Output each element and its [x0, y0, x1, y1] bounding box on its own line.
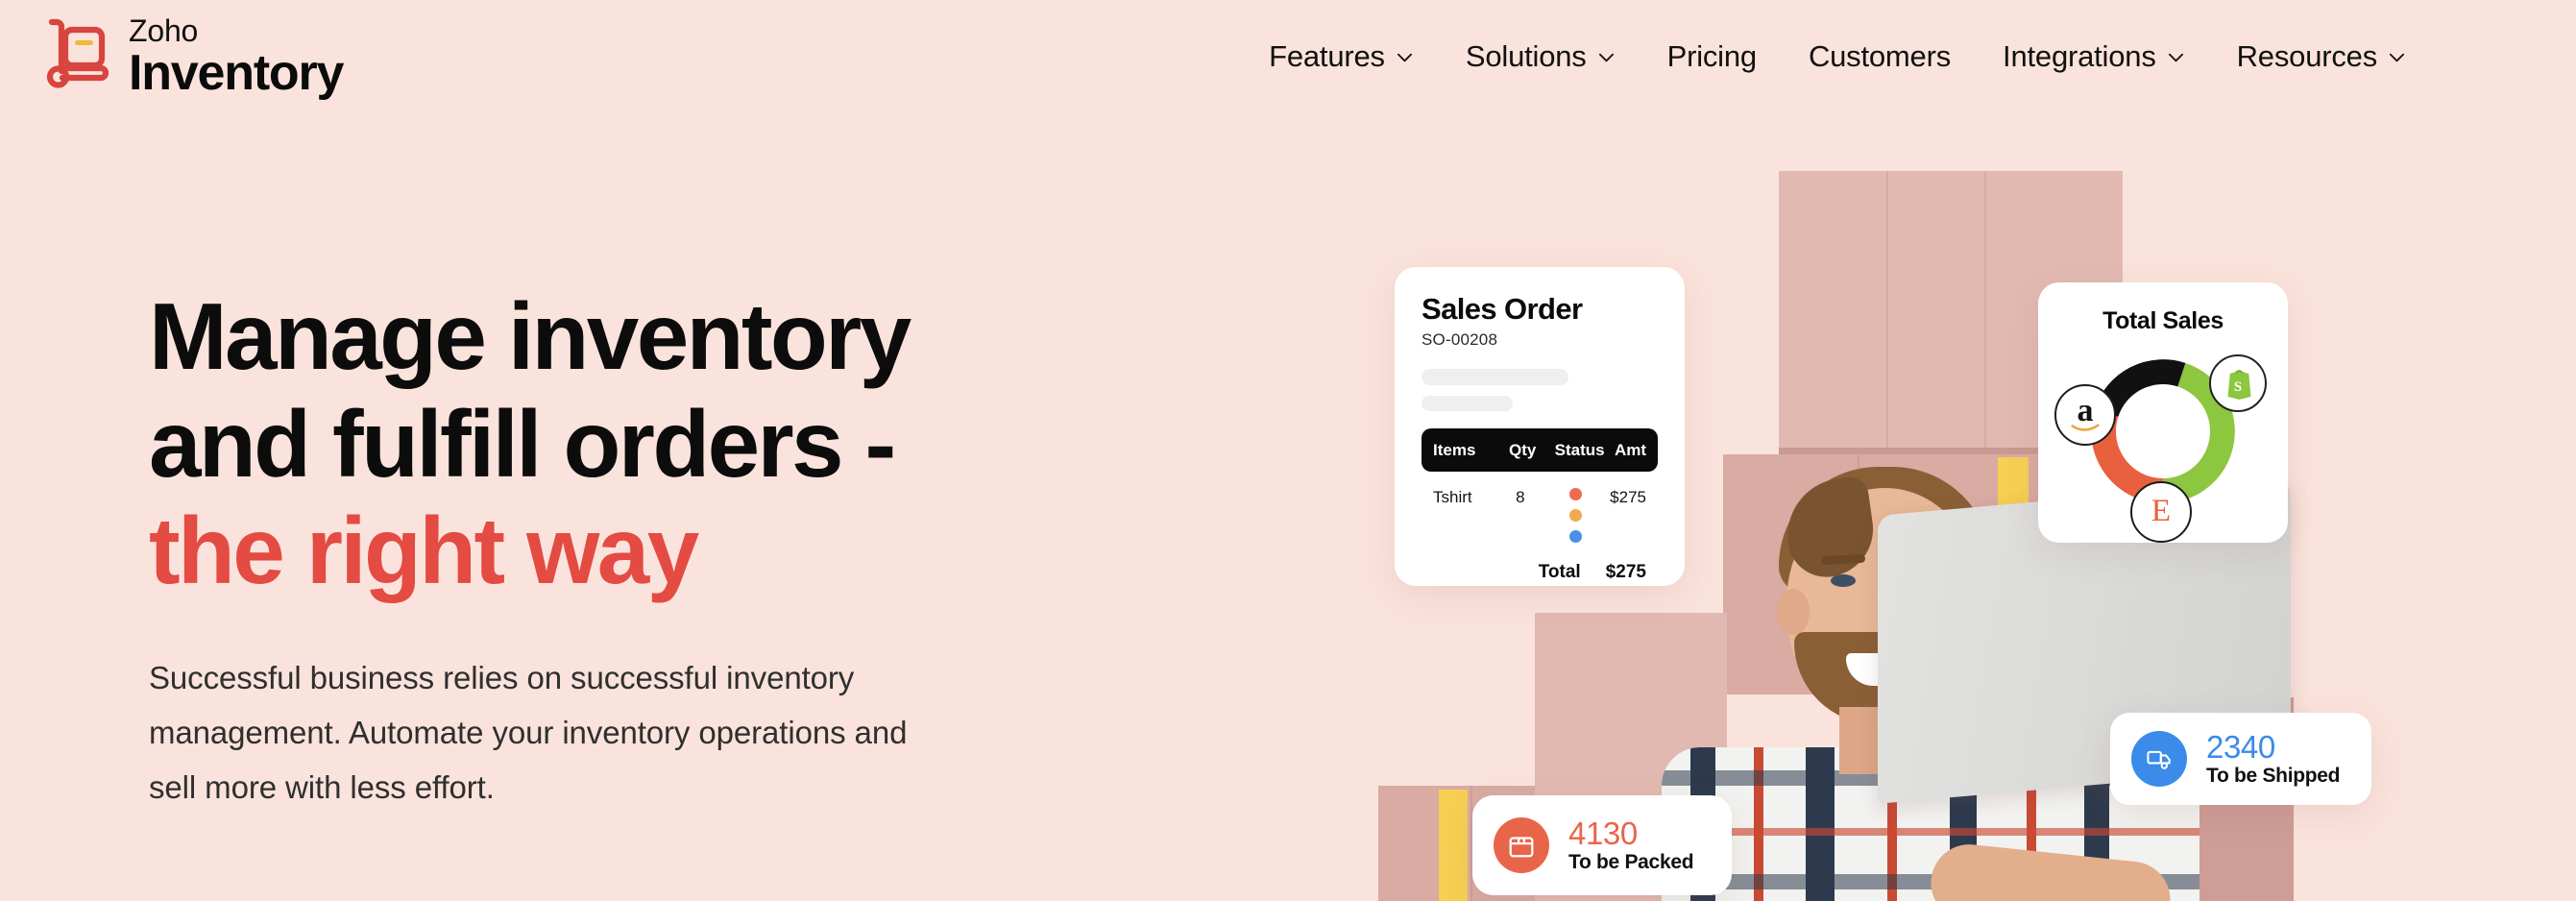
sales-order-number: SO-00208 [1422, 330, 1498, 349]
chevron-down-icon [2167, 48, 2185, 66]
amazon-glyph: a [2077, 392, 2094, 428]
cell-item: Tshirt [1433, 488, 1472, 506]
headline-line-3-accent: the right way [149, 498, 699, 604]
ear [1777, 589, 1810, 635]
status-dot-amber [1569, 509, 1583, 522]
brand-name-zoho: Zoho [129, 13, 199, 48]
nav-label: Pricing [1666, 39, 1758, 73]
headline-line-1: Manage inventory [149, 283, 911, 389]
stat-card-to-be-packed: 4130 To be Packed [1472, 795, 1732, 895]
sales-order-total: Total $275 [1422, 562, 1658, 583]
total-label: Total [1538, 562, 1581, 582]
cell-status [1542, 488, 1610, 543]
headline-line-2: and fulfill orders - [149, 390, 896, 497]
hero-subcopy: Successful business relies on successful… [149, 660, 908, 805]
site-header: Zoho Inventory Features Solutions Pricin… [0, 0, 2576, 113]
column-header-qty: Qty [1509, 440, 1537, 459]
chevron-down-icon [1396, 48, 1414, 66]
svg-text:S: S [2234, 379, 2242, 395]
nav-item-features[interactable]: Features [1243, 39, 1440, 74]
box-icon [1494, 817, 1549, 873]
page-title: Manage inventory and fulfill orders - th… [149, 283, 1129, 605]
nav-item-solutions[interactable]: Solutions [1440, 39, 1641, 74]
brand-name-inventory: Inventory [129, 45, 344, 101]
shopify-badge-icon: S [2209, 354, 2267, 412]
table-header-row: Items Qty Status Amt [1422, 428, 1658, 472]
status-dot-red [1569, 488, 1583, 500]
cell-amount: $275 [1610, 488, 1646, 506]
etsy-badge-icon: E [2130, 481, 2192, 543]
status-dot-blue [1569, 530, 1583, 543]
truck-icon [2131, 731, 2187, 787]
total-value: $275 [1605, 562, 1646, 582]
etsy-glyph: E [2151, 494, 2172, 529]
stat-label: To be Packed [1568, 851, 1694, 874]
column-header-amt: Amt [1614, 440, 1647, 459]
total-sales-card: Total Sales a S E [2038, 282, 2288, 543]
eye [1831, 574, 1856, 587]
nav-item-pricing[interactable]: Pricing [1641, 39, 1783, 74]
sales-donut-chart: a S E [2054, 349, 2267, 543]
sales-order-card: Sales Order SO-00208 Items Qty Status Am… [1395, 267, 1685, 586]
nav-label: Customers [1808, 39, 1952, 73]
hand-truck-box-icon [33, 17, 111, 96]
stat-number: 4130 [1568, 815, 1638, 851]
chevron-down-icon [2388, 48, 2406, 66]
hero-copy: Manage inventory and fulfill orders - th… [149, 283, 1129, 815]
total-sales-title: Total Sales [2102, 307, 2224, 334]
stat-card-to-be-shipped: 2340 To be Shipped [2110, 713, 2371, 805]
amazon-badge-icon: a [2054, 384, 2116, 446]
nav-item-resources[interactable]: Resources [2211, 39, 2432, 74]
sales-order-title: Sales Order [1422, 292, 1583, 326]
nav-item-integrations[interactable]: Integrations [1977, 39, 2211, 74]
nav-label: Resources [2236, 39, 2378, 73]
main-navigation: Features Solutions Pricing Customers Int… [1243, 39, 2432, 74]
box-tape [1439, 790, 1468, 901]
brand-logo[interactable]: Zoho Inventory [33, 13, 344, 101]
skeleton-line [1422, 369, 1568, 385]
chevron-down-icon [1597, 48, 1616, 66]
stat-number: 2340 [2206, 728, 2275, 765]
column-header-items: Items [1433, 440, 1476, 459]
nav-label: Solutions [1465, 39, 1587, 73]
skeleton-line [1422, 396, 1513, 411]
table-row: Tshirt 8 $275 [1422, 488, 1658, 543]
cell-qty: 8 [1516, 488, 1525, 506]
nav-label: Integrations [2003, 39, 2156, 73]
stat-label: To be Shipped [2206, 765, 2341, 788]
nav-label: Features [1269, 39, 1385, 73]
nav-item-customers[interactable]: Customers [1783, 39, 1977, 74]
column-header-status: Status [1554, 440, 1605, 459]
